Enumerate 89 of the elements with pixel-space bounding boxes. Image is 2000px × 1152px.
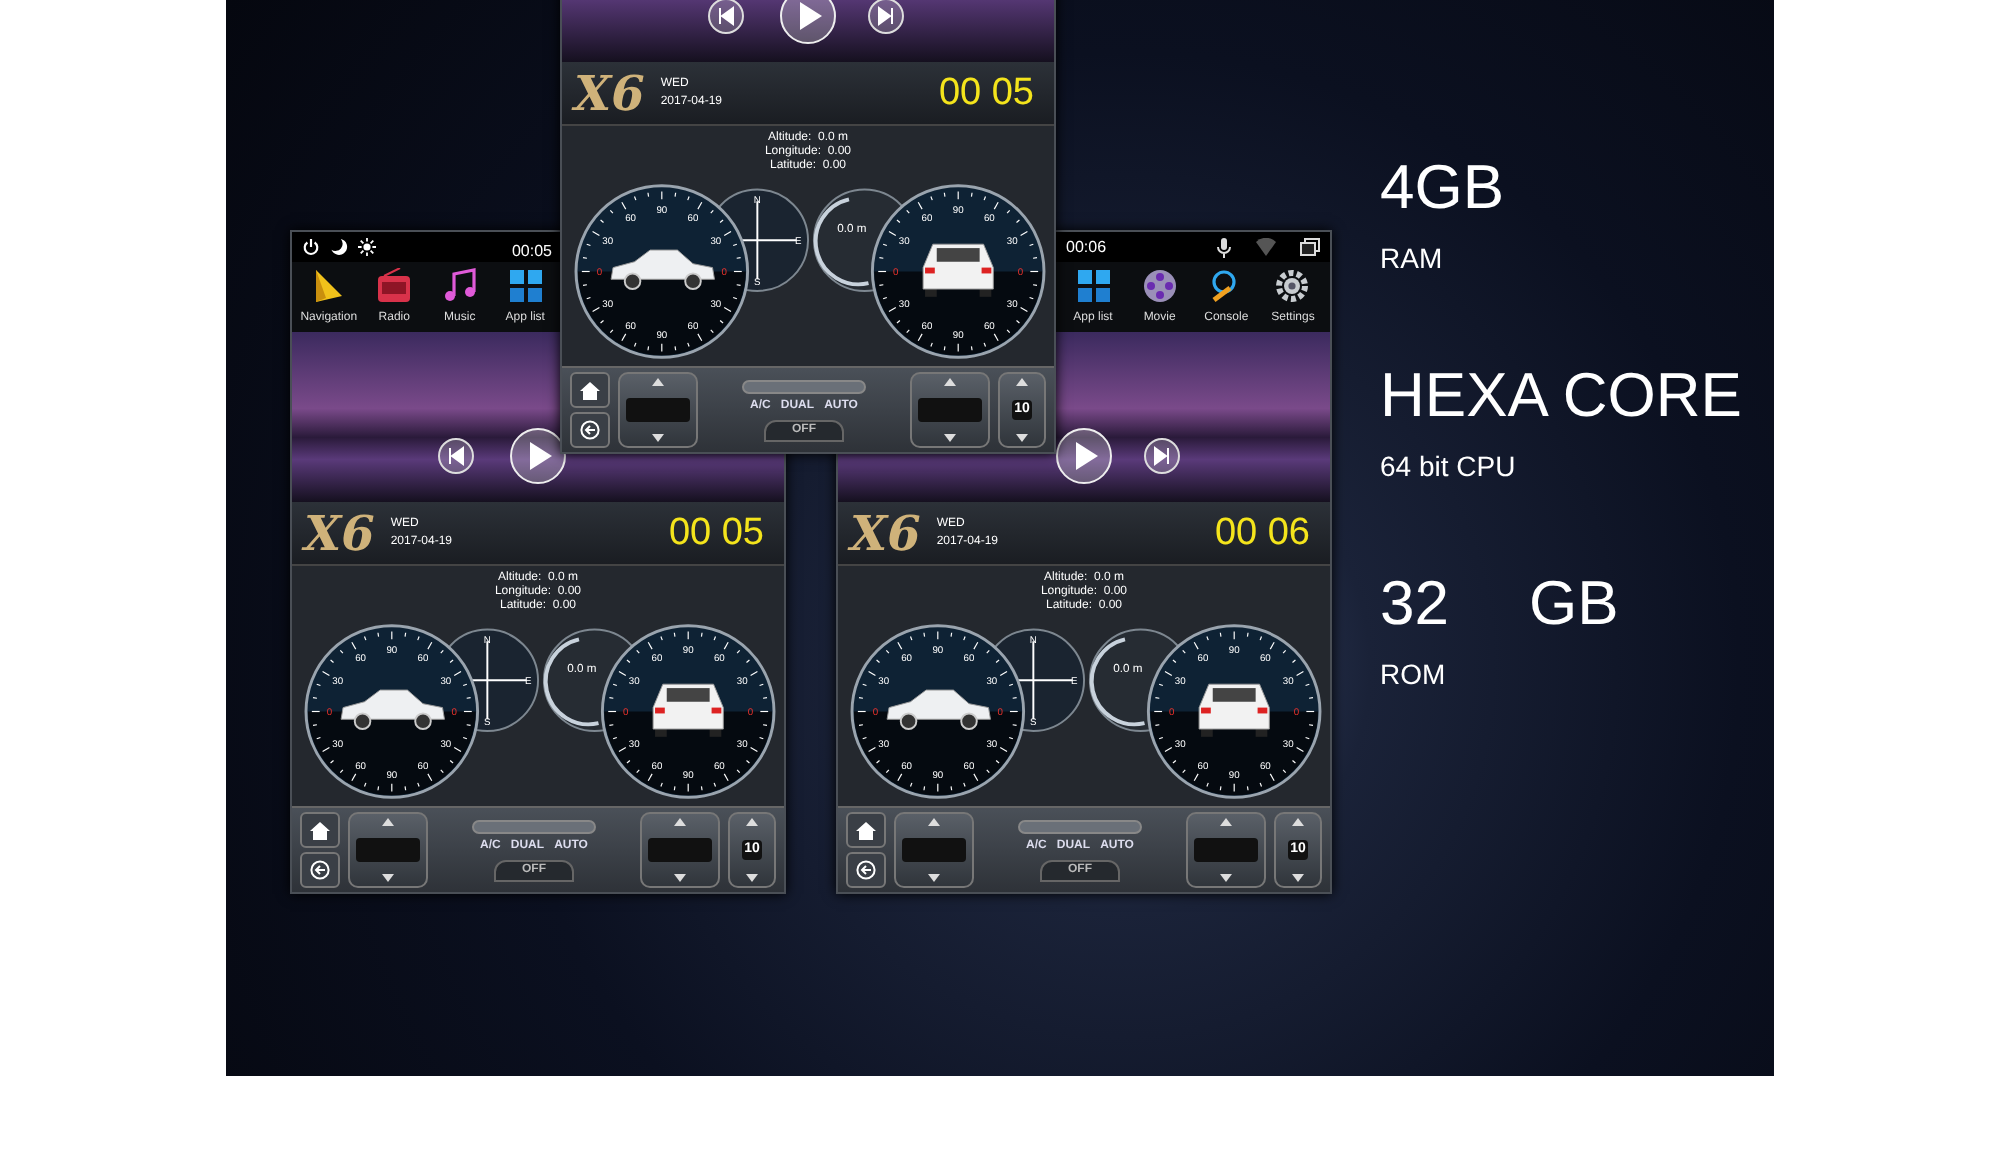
spec-text: 4GB [1380, 156, 1505, 218]
down-arrow-icon[interactable] [1016, 434, 1028, 442]
down-arrow-icon[interactable] [746, 874, 758, 882]
navigation-arrow-icon[interactable] [310, 267, 347, 303]
spec-text: ROM [1380, 656, 1446, 694]
skip-back-icon[interactable] [438, 438, 474, 474]
down-arrow-icon[interactable] [1292, 874, 1304, 882]
temperature-display [356, 838, 420, 862]
skip-back-icon[interactable] [708, 0, 744, 34]
home-button[interactable] [570, 372, 610, 408]
skip-forward-icon[interactable] [868, 0, 904, 34]
suv-rear-drawing [1198, 684, 1270, 738]
up-arrow-icon[interactable] [652, 378, 664, 386]
radio-icon[interactable] [376, 267, 413, 303]
play-icon[interactable] [1056, 428, 1112, 484]
music-notes-icon[interactable] [441, 267, 478, 303]
temperature-display [648, 838, 712, 862]
spec-text: 32 [1380, 572, 1449, 634]
play-icon[interactable] [510, 428, 566, 484]
temperature-control[interactable] [894, 812, 974, 888]
suv-rear-drawing [922, 244, 994, 298]
wifi-icon[interactable] [1256, 237, 1276, 255]
logo: X6 [850, 509, 921, 557]
down-arrow-icon[interactable] [928, 874, 940, 882]
wheel-drawing [623, 273, 702, 291]
wheel-drawing [353, 713, 432, 731]
wheel-drawing [899, 713, 978, 731]
logo: X6 [574, 69, 645, 117]
suv-rear-drawing [652, 684, 724, 738]
microphone-icon[interactable] [1216, 237, 1232, 257]
status-time: 00:06 [1066, 235, 1107, 259]
clock: 00 05 [668, 514, 766, 552]
back-button[interactable] [846, 852, 886, 888]
temperature-control[interactable] [618, 372, 698, 448]
settings-icon[interactable] [1274, 267, 1311, 303]
fan-speed-bar[interactable] [742, 379, 866, 393]
up-arrow-icon[interactable] [1016, 378, 1028, 386]
temperature-control[interactable] [640, 812, 720, 888]
moon-icon[interactable] [330, 238, 348, 256]
spec-text: HEXA CORE [1380, 364, 1742, 426]
home-button[interactable] [846, 812, 886, 848]
spec-text: GB [1528, 572, 1619, 634]
down-arrow-icon[interactable] [652, 434, 664, 442]
back-button[interactable] [300, 852, 340, 888]
up-arrow-icon[interactable] [944, 378, 956, 386]
down-arrow-icon[interactable] [1220, 874, 1232, 882]
fan-speed-bar[interactable] [1018, 819, 1142, 833]
temperature-control[interactable] [1186, 812, 1266, 888]
sedan-drawing [886, 690, 991, 721]
down-arrow-icon[interactable] [944, 434, 956, 442]
temperature-display [1194, 838, 1258, 862]
down-arrow-icon[interactable] [674, 874, 686, 882]
clock: 00 06 [1214, 514, 1312, 552]
spec-text: RAM [1380, 240, 1443, 278]
temperature-display [626, 398, 690, 422]
temperature-control[interactable] [910, 372, 990, 448]
brightness-icon[interactable] [358, 238, 376, 256]
clock: 00 05 [938, 74, 1036, 112]
film-reel-icon[interactable] [1141, 267, 1178, 303]
up-arrow-icon[interactable] [746, 818, 758, 826]
up-arrow-icon[interactable] [674, 818, 686, 826]
home-icon[interactable] [856, 821, 876, 839]
app-grid-icon[interactable] [507, 267, 544, 303]
skip-forward-icon[interactable] [1144, 438, 1180, 474]
up-arrow-icon[interactable] [928, 818, 940, 826]
back-icon[interactable] [310, 860, 330, 880]
back-icon[interactable] [856, 860, 876, 880]
down-arrow-icon[interactable] [382, 874, 394, 882]
app-grid-icon[interactable] [1075, 267, 1111, 303]
temperature-control[interactable] [348, 812, 428, 888]
sedan-drawing [340, 690, 445, 721]
windows-icon[interactable] [1300, 237, 1320, 255]
home-icon[interactable] [580, 381, 600, 399]
play-icon[interactable] [780, 0, 836, 44]
sedan-drawing [610, 250, 715, 281]
home-button[interactable] [300, 812, 340, 848]
temperature-display [918, 398, 982, 422]
back-icon[interactable] [580, 420, 600, 440]
back-button[interactable] [570, 412, 610, 448]
spec-text: 64 bit CPU [1380, 448, 1516, 486]
temperature-display [902, 838, 966, 862]
home-icon[interactable] [310, 821, 330, 839]
up-arrow-icon[interactable] [1220, 818, 1232, 826]
power-icon[interactable] [302, 238, 320, 256]
fan-speed-bar[interactable] [472, 819, 596, 833]
up-arrow-icon[interactable] [382, 818, 394, 826]
up-arrow-icon[interactable] [1292, 818, 1304, 826]
status-time: 00:05 [511, 241, 552, 259]
logo: X6 [304, 509, 375, 557]
